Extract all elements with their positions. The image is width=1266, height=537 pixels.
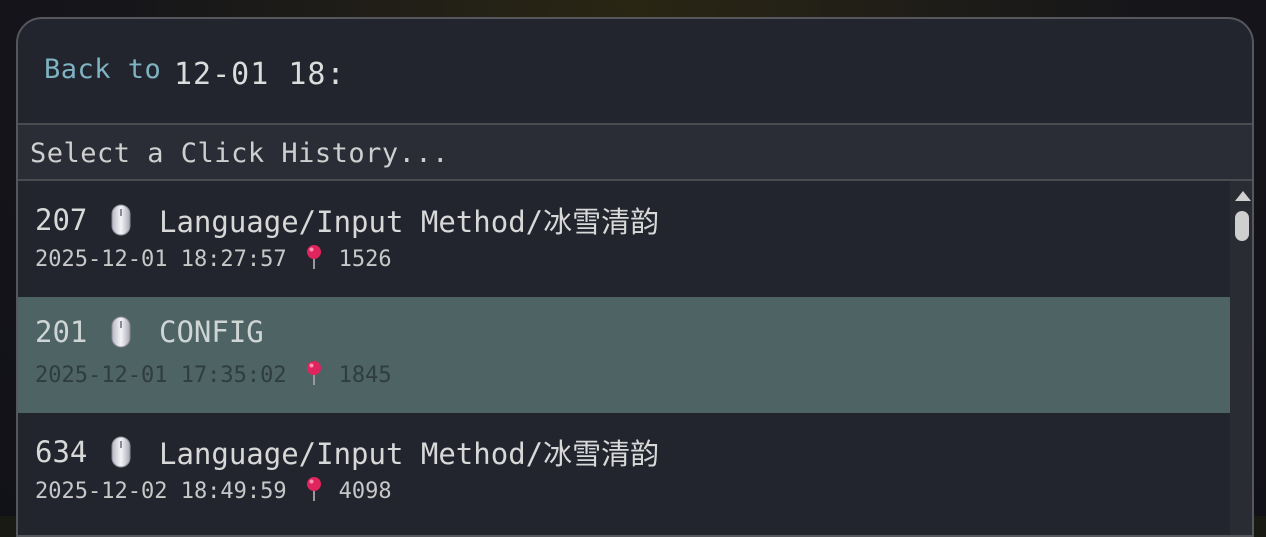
search-row [18,125,1252,181]
list-item[interactable]: 207 Language/Input Method/冰雪清韵 2025-12-0… [18,181,1230,297]
item-label: Language/Input Method/冰雪清韵 [159,437,660,471]
pin-icon [305,476,323,502]
back-to-link[interactable]: Back to [44,54,161,85]
panel-header: Back to 12-01 18: [18,19,1252,125]
item-id: 634 [35,435,88,469]
item-label: CONFIG [159,315,264,349]
mouse-icon [111,436,131,468]
item-timestamp: 2025-12-02 18:49:59 [35,478,287,504]
item-timestamp: 2025-12-01 18:27:57 [35,246,287,272]
pin-icon [305,360,323,386]
list-item-selected[interactable]: 201 CONFIG 2025-12-01 17:35:02 1845 [18,297,1230,413]
item-count: 1845 [338,362,392,388]
item-count: 1526 [338,246,392,272]
mouse-icon [111,204,131,236]
click-history-panel: Back to 12-01 18: 207 [16,17,1254,537]
scroll-thumb[interactable] [1235,211,1249,241]
click-history-list: 207 Language/Input Method/冰雪清韵 2025-12-0… [18,181,1230,535]
click-history-search-input[interactable] [28,131,1232,175]
mouse-icon [111,316,131,348]
item-label: Language/Input Method/冰雪清韵 [159,205,660,239]
list-scrollbar[interactable] [1230,181,1252,535]
date-input[interactable]: 12-01 18: [174,57,346,92]
item-id: 207 [35,203,88,237]
item-count: 4098 [338,478,392,504]
list-item[interactable]: 634 Language/Input Method/冰雪清韵 2025-12-0… [18,413,1230,529]
item-timestamp: 2025-12-01 17:35:02 [35,362,287,388]
scroll-up-arrow-icon[interactable] [1235,191,1251,201]
pin-icon [305,244,323,270]
item-id: 201 [35,315,88,349]
